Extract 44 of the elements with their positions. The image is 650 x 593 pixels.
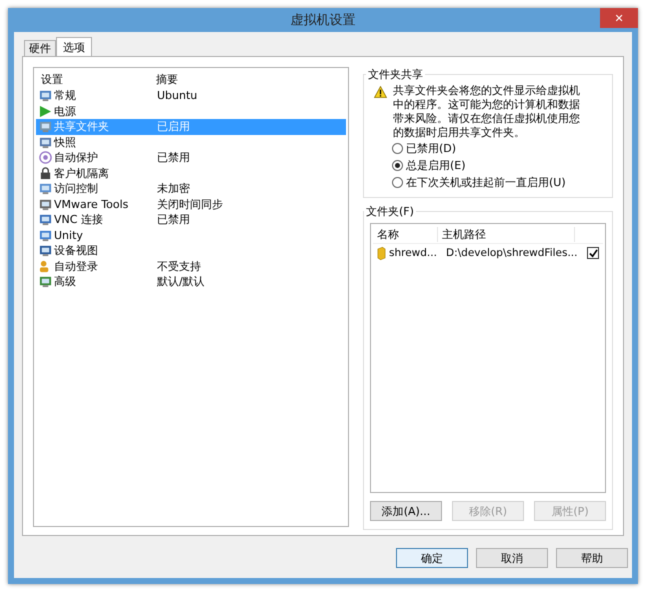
- setting-summary: 不受支持: [156, 258, 201, 274]
- setting-name[interactable]: 客户机隔离: [53, 166, 156, 181]
- setting-summary: 默认/默认: [156, 274, 205, 290]
- group-title: 文件夹共享: [367, 67, 424, 82]
- tab[interactable]: 硬件: [24, 40, 56, 56]
- close-button[interactable]: ✕: [600, 8, 638, 28]
- tab[interactable]: 选项: [56, 37, 92, 56]
- setting-name[interactable]: 自动保护: [53, 150, 156, 166]
- setting-name[interactable]: 设备视图: [53, 243, 156, 258]
- column-header[interactable]: 设置: [36, 72, 155, 86]
- column-header[interactable]: 名称: [373, 227, 438, 242]
- setting-name[interactable]: 访问控制: [53, 181, 156, 196]
- setting-name[interactable]: 电源: [53, 104, 156, 119]
- setting-summary: Ubuntu: [156, 89, 198, 102]
- setting-name[interactable]: 快照: [53, 134, 156, 150]
- folder-icon: [377, 246, 386, 260]
- dialog-button[interactable]: 确定: [396, 548, 468, 568]
- setting-name[interactable]: 高级: [53, 274, 156, 290]
- setting-summary: 未加密: [156, 181, 190, 196]
- radio-option[interactable]: 总是启用(E): [392, 157, 604, 174]
- setting-name[interactable]: VMware Tools: [53, 196, 156, 212]
- warning-icon: [374, 86, 387, 98]
- dialog-button[interactable]: 取消: [476, 548, 548, 568]
- folder-button[interactable]: 添加(A)...: [370, 501, 442, 521]
- setting-name[interactable]: VNC 连接: [53, 212, 156, 228]
- warning-text: 共享文件夹会将您的文件显示给虚拟机中的程序。这可能为您的计算机和数据带来风险。请仅在您信任虚拟机使用您的数据时启用共享文件夹。: [393, 84, 581, 140]
- setting-summary: 已禁用: [156, 150, 190, 166]
- group-title: 文件夹(F): [365, 204, 415, 219]
- setting-summary: 已启用: [156, 119, 190, 134]
- folder-path: D:\develop\shrewdFiles...: [445, 247, 578, 259]
- play-icon: [39, 104, 52, 118]
- radio-option[interactable]: 在下次关机或挂起前一直启用(U): [392, 174, 604, 191]
- setting-summary: 已禁用: [156, 212, 190, 228]
- dialog-button[interactable]: 帮助: [556, 548, 628, 568]
- folder-name[interactable]: shrewd...: [389, 247, 442, 259]
- setting-name[interactable]: Unity: [53, 228, 156, 243]
- radio-option[interactable]: 已禁用(D): [392, 140, 604, 157]
- column-header[interactable]: 摘要: [155, 72, 178, 86]
- setting-name[interactable]: 自动登录: [53, 258, 156, 274]
- setting-summary: 关闭时间同步: [156, 196, 223, 212]
- setting-name[interactable]: 常规: [53, 88, 156, 104]
- column-header[interactable]: 主机路径: [438, 227, 575, 242]
- checkbox[interactable]: [587, 247, 599, 259]
- window-title: 虚拟机设置: [290, 12, 356, 29]
